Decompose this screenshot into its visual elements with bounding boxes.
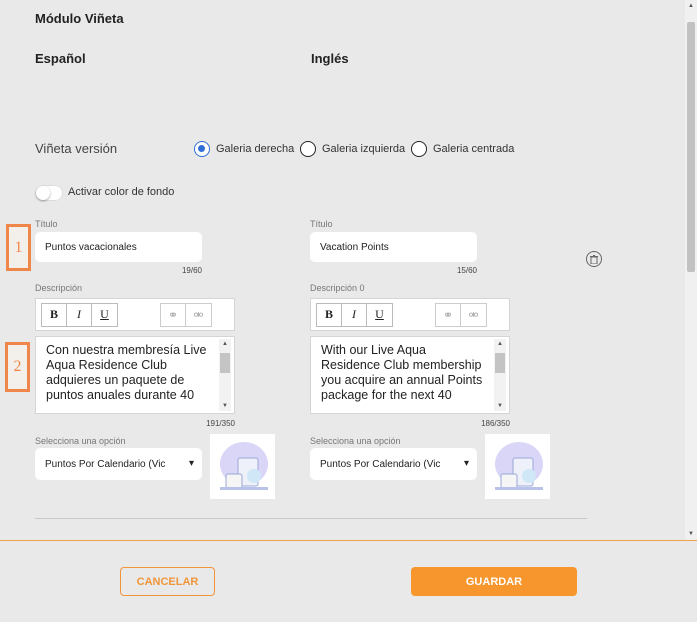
es-description-editor[interactable]: Con nuestra membresía Live Aqua Residenc…	[35, 336, 235, 414]
underline-button[interactable]: U	[367, 303, 392, 326]
es-editor-toolbar: B I U ⚭ ⚮	[35, 298, 235, 331]
annotation-marker-2: 2	[5, 342, 30, 392]
background-color-toggle[interactable]	[35, 185, 63, 201]
scroll-up-icon[interactable]: ▲	[685, 0, 697, 12]
en-title-input[interactable]: Vacation Points	[310, 232, 477, 262]
radio-selected-icon	[194, 141, 210, 157]
radio-unselected-icon	[411, 141, 427, 157]
format-group: B I U	[41, 302, 118, 327]
save-button[interactable]: GUARDAR	[411, 567, 577, 596]
delete-icon[interactable]	[586, 251, 602, 267]
radio-label: Galeria centrada	[433, 143, 515, 155]
es-image-thumbnail[interactable]	[210, 434, 275, 499]
radio-unselected-icon	[300, 141, 316, 157]
es-description-text: Con nuestra membresía Live Aqua Residenc…	[46, 343, 207, 402]
radio-label: Galeria izquierda	[322, 143, 406, 155]
es-select-value: Puntos Por Calendario (Vic	[45, 458, 166, 470]
es-option-select[interactable]: Puntos Por Calendario (Vic ▾	[35, 448, 202, 480]
en-editor-toolbar: B I U ⚭ ⚮	[310, 298, 510, 331]
scroll-down-icon[interactable]: ▼	[494, 401, 506, 411]
radio-galeria-izquierda[interactable]: Galeria izquierda	[300, 141, 405, 157]
italic-button[interactable]: I	[342, 303, 367, 326]
en-image-thumbnail[interactable]	[485, 434, 550, 499]
scroll-down-icon[interactable]: ▼	[219, 401, 231, 411]
bold-button[interactable]: B	[317, 303, 342, 326]
version-label: Viñeta versión	[35, 141, 118, 156]
scroll-thumb[interactable]	[220, 353, 230, 373]
scroll-down-icon[interactable]: ▼	[685, 528, 697, 540]
background-color-label: Activar color de fondo	[68, 186, 175, 198]
scroll-up-icon[interactable]: ▲	[494, 339, 506, 349]
es-title-counter: 19/60	[181, 266, 202, 275]
section-divider	[35, 518, 587, 519]
link-icon[interactable]: ⚭	[161, 303, 186, 326]
link-icon[interactable]: ⚭	[436, 303, 461, 326]
page-scroll-thumb[interactable]	[687, 22, 695, 272]
bold-button[interactable]: B	[42, 303, 67, 326]
en-title-counter: 15/60	[456, 266, 477, 275]
en-editor-scrollbar[interactable]: ▲ ▼	[494, 339, 506, 411]
page-scrollbar[interactable]: ▲ ▼	[685, 0, 697, 540]
es-description-label: Descripción	[35, 283, 83, 293]
en-select-value: Puntos Por Calendario (Vic	[320, 458, 441, 470]
link-group: ⚭ ⚮	[160, 302, 212, 327]
chevron-down-icon: ▾	[188, 458, 194, 469]
es-title-input[interactable]: Puntos vacacionales	[35, 232, 202, 262]
unlink-icon[interactable]: ⚮	[461, 303, 486, 326]
en-select-label: Selecciona una opción	[310, 436, 401, 446]
es-editor-scrollbar[interactable]: ▲ ▼	[219, 339, 231, 411]
english-column-heading: Inglés	[311, 51, 349, 66]
radio-galeria-derecha[interactable]: Galeria derecha	[194, 141, 294, 157]
es-title-label: Título	[35, 219, 58, 229]
cancel-button[interactable]: CANCELAR	[120, 567, 215, 596]
italic-button[interactable]: I	[67, 303, 92, 326]
module-title: Módulo Viñeta	[35, 11, 124, 26]
es-description-counter: 191/350	[206, 419, 235, 428]
footer-divider	[0, 540, 697, 541]
en-description-counter: 186/350	[481, 419, 510, 428]
es-select-label: Selecciona una opción	[35, 436, 126, 446]
scroll-thumb[interactable]	[495, 353, 505, 373]
spanish-column-heading: Español	[35, 51, 86, 66]
en-description-editor[interactable]: With our Live Aqua Residence Club member…	[310, 336, 510, 414]
link-group: ⚭ ⚮	[435, 302, 487, 327]
annotation-marker-1: 1	[6, 224, 31, 271]
en-description-label: Descripción 0	[310, 283, 365, 293]
scroll-up-icon[interactable]: ▲	[219, 339, 231, 349]
radio-label: Galeria derecha	[216, 143, 295, 155]
en-option-select[interactable]: Puntos Por Calendario (Vic ▾	[310, 448, 477, 480]
format-group: B I U	[316, 302, 393, 327]
en-description-text: With our Live Aqua Residence Club member…	[321, 343, 483, 402]
underline-button[interactable]: U	[92, 303, 117, 326]
unlink-icon[interactable]: ⚮	[186, 303, 211, 326]
en-title-label: Título	[310, 219, 333, 229]
chevron-down-icon: ▾	[463, 458, 469, 469]
radio-galeria-centrada[interactable]: Galeria centrada	[411, 141, 514, 157]
